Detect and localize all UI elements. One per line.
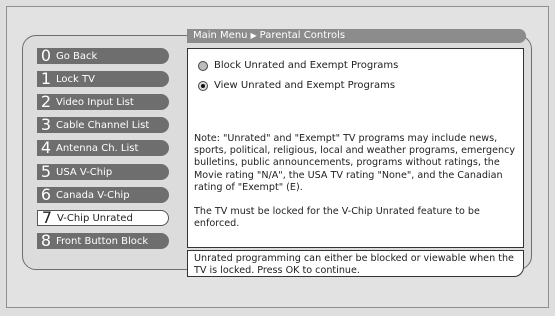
breadcrumb: Main Menu ▶ Parental Controls <box>187 29 526 43</box>
content-panel: Block Unrated and Exempt Programs View U… <box>187 48 524 248</box>
menu-item-number: 2 <box>40 92 52 111</box>
help-hint: Unrated programming can either be blocke… <box>187 250 524 277</box>
menu-item-label: V-Chip Unrated <box>57 212 133 224</box>
menu-item-usa-v-chip[interactable]: 5 USA V-Chip <box>37 164 169 180</box>
menu-item-label: Canada V-Chip <box>56 189 130 201</box>
menu-item-label: Go Back <box>56 50 98 62</box>
menu-item-number: 4 <box>40 138 52 157</box>
option-view-unrated[interactable]: View Unrated and Exempt Programs <box>198 80 395 91</box>
menu-item-label: Antenna Ch. List <box>56 142 139 154</box>
menu-item-number: 1 <box>40 69 52 88</box>
menu-item-label: Video Input List <box>56 96 134 108</box>
menu-item-number: 0 <box>40 46 52 65</box>
menu-item-number: 7 <box>41 208 53 227</box>
menu-item-front-button-block[interactable]: 8 Front Button Block <box>37 233 169 249</box>
note-paragraph: The TV must be locked for the V-Chip Unr… <box>194 206 480 230</box>
menu-item-antenna-ch-list[interactable]: 4 Antenna Ch. List <box>37 140 169 156</box>
radio-button-selected-icon[interactable] <box>198 80 208 91</box>
note-text: Note: "Unrated" and "Exempt" TV programs… <box>194 133 520 230</box>
menu-item-lock-tv[interactable]: 1 Lock TV <box>37 71 169 87</box>
note-paragraph: Note: "Unrated" and "Exempt" TV programs… <box>194 133 516 193</box>
menu-item-canada-v-chip[interactable]: 6 Canada V-Chip <box>37 187 169 203</box>
menu-item-go-back[interactable]: 0 Go Back <box>37 48 169 64</box>
menu-item-label: Cable Channel List <box>56 119 150 131</box>
option-label: View Unrated and Exempt Programs <box>214 80 396 91</box>
menu-item-label: Front Button Block <box>56 235 149 247</box>
option-label: Block Unrated and Exempt Programs <box>214 60 399 71</box>
menu-item-label: USA V-Chip <box>56 166 113 178</box>
menu-item-label: Lock TV <box>56 73 95 85</box>
radio-button-icon[interactable] <box>198 60 208 71</box>
menu-item-number: 5 <box>40 162 52 181</box>
menu-item-number: 3 <box>40 115 52 134</box>
menu-item-cable-channel-list[interactable]: 3 Cable Channel List <box>37 117 169 133</box>
option-block-unrated[interactable]: Block Unrated and Exempt Programs <box>198 60 398 71</box>
menu-item-video-input-list[interactable]: 2 Video Input List <box>37 94 169 110</box>
menu-item-number: 6 <box>40 185 52 204</box>
breadcrumb-current: Parental Controls <box>259 30 346 41</box>
menu-item-v-chip-unrated[interactable]: 7 V-Chip Unrated <box>37 210 169 226</box>
breadcrumb-separator-icon: ▶ <box>250 31 257 40</box>
breadcrumb-parent: Main Menu <box>193 30 248 41</box>
menu-item-number: 8 <box>40 231 52 250</box>
